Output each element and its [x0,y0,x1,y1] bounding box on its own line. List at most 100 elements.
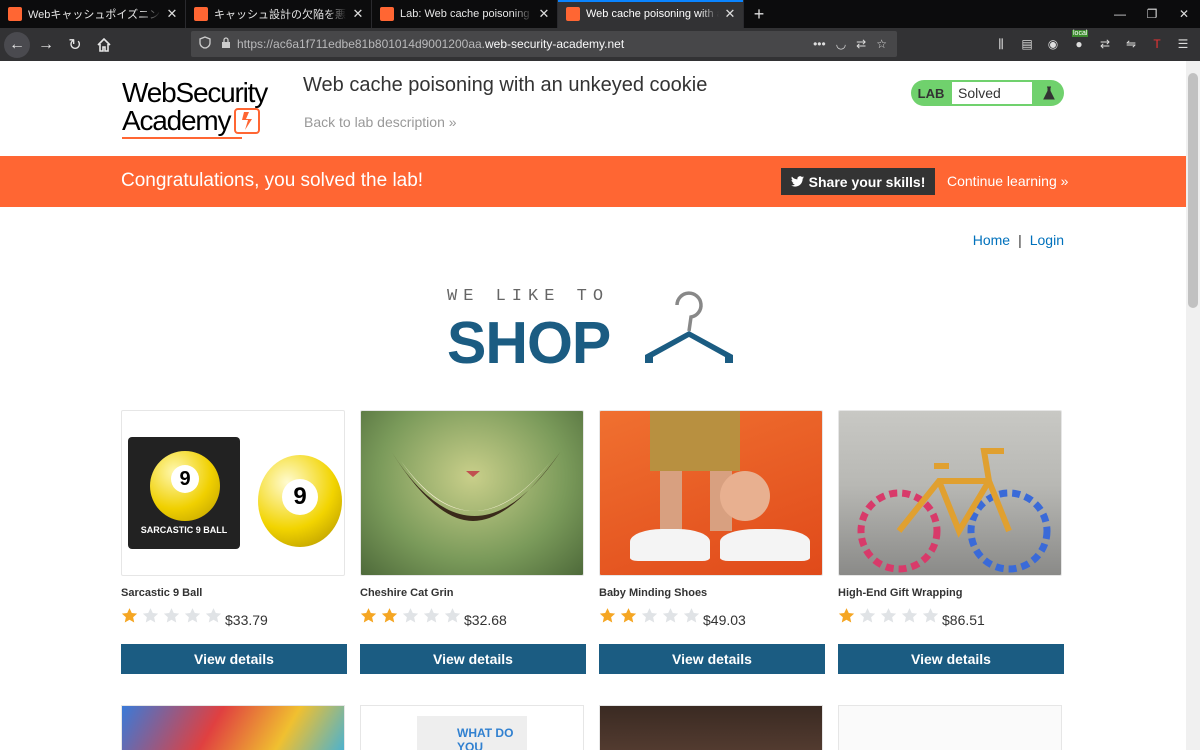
tab-2[interactable]: キャッシュ設計の欠陥を悪用する| W ✕ [186,0,372,28]
portswigger-favicon-icon [194,7,208,21]
grin-graphic [391,451,561,521]
url-domain: web-security-academy.net [485,37,625,51]
product-image-baby-minding-shoes [599,410,823,576]
navigation-toolbar: ← → ↻ https://ac6a1f711edbe81b801014d900… [0,28,1200,61]
shield-icon[interactable] [199,36,211,52]
star-empty-icon [205,608,222,623]
lab-label: LAB [917,85,945,101]
flask-icon [1033,86,1064,100]
rating-stars [121,607,222,624]
product-name: Sarcastic 9 Ball [121,587,203,599]
star-empty-icon [402,608,419,623]
tab-1[interactable]: Webキャッシュポイズニング| Webセ ✕ [0,0,186,28]
sidebar-icon[interactable]: ▤ [1018,33,1036,55]
bookmark-star-icon[interactable]: ☆ [876,37,887,51]
coat-hanger-icon [645,291,733,363]
rating-stars [360,607,461,624]
minimize-icon[interactable]: — [1104,0,1136,28]
share-skills-button[interactable]: Share your skills! [781,168,935,195]
close-window-icon[interactable]: ✕ [1168,0,1200,28]
page-content: WebSecurity Academy Web cache poisoning … [0,61,1186,750]
nine-ball-graphic: 9 [150,451,220,521]
star-empty-icon [641,608,658,623]
star-empty-icon [683,608,700,623]
top-nav-links: Home | Login [973,232,1064,248]
product-price: $32.68 [464,612,507,628]
view-details-button[interactable]: View details [121,644,347,674]
view-details-button[interactable]: View details [360,644,586,674]
product-price: $49.03 [703,612,746,628]
legs-graphic [650,411,740,471]
account-icon[interactable]: ◉ [1044,33,1062,55]
tab-title: Webキャッシュポイズニング| Webセ [28,9,161,21]
home-icon[interactable] [91,32,117,58]
back-to-lab-description-link[interactable]: Back to lab description » [304,114,457,130]
tab-title: Web cache poisoning with an un [586,8,719,20]
restore-icon[interactable]: ❐ [1136,0,1168,28]
tab-3[interactable]: Lab: Web cache poisoning with ✕ [372,0,558,28]
star-empty-icon [662,608,679,623]
view-details-button[interactable]: View details [838,644,1064,674]
address-bar[interactable]: https://ac6a1f711edbe81b801014d9001200aa… [191,31,897,57]
login-link[interactable]: Login [1030,232,1064,248]
url-text[interactable]: https://ac6a1f711edbe81b801014d9001200aa… [237,37,624,51]
close-tab-icon[interactable]: ✕ [723,6,737,22]
star-empty-icon [444,608,461,623]
star-empty-icon [880,608,897,623]
tab-bar: Webキャッシュポイズニング| Webセ ✕ キャッシュ設計の欠陥を悪用する| W… [0,0,1200,28]
twitter-icon [790,176,804,187]
close-tab-icon[interactable]: ✕ [351,6,365,22]
product-image-cartoon-faces [838,705,1062,750]
lock-icon[interactable] [221,36,231,52]
star-filled-icon [838,608,855,623]
vertical-scrollbar[interactable] [1186,61,1200,750]
star-filled-icon [599,608,616,623]
tab-title: Lab: Web cache poisoning with [400,8,533,20]
logo-line-1: WebSecurity [122,77,268,108]
url-prefix: https://ac6a1f711edbe81b801014d9001200aa… [237,37,486,51]
portswigger-favicon-icon [8,7,22,21]
home-link[interactable]: Home [973,232,1010,248]
product-image-cheshire-cat-grin [360,410,584,576]
back-arrow-icon[interactable]: ← [4,31,30,58]
reload-icon[interactable]: ↻ [62,32,88,58]
scrollbar-thumb[interactable] [1188,73,1198,308]
star-empty-icon [901,608,918,623]
translate-icon[interactable]: ⇄ [856,37,866,51]
hero-shop-text: SHOP [447,310,611,376]
view-details-button[interactable]: View details [599,644,825,674]
game-box-title: WHAT DO YOU [457,726,514,750]
extension-t-icon[interactable]: T [1148,33,1166,55]
library-icon[interactable]: ⫼ [992,33,1010,55]
ball-graphic: 9 [258,455,342,547]
logo-line-2: Academy [122,107,288,135]
chevron-right-double-icon: » [1060,173,1069,189]
star-filled-icon [360,608,377,623]
url-actions: ••• ◡ ⇄ ☆ [813,37,897,51]
extension-local-icon[interactable]: ● local [1070,30,1089,55]
forward-arrow-icon[interactable]: → [33,32,59,58]
logo-bolt-icon [234,108,261,134]
web-security-academy-logo[interactable]: WebSecurity Academy [122,79,288,139]
page-actions-icon[interactable]: ••• [813,37,826,51]
chevron-right-double-icon: » [448,114,457,130]
pocket-icon[interactable]: ◡ [836,37,846,51]
solved-banner: Congratulations, you solved the lab! Sha… [0,156,1186,207]
tab-4-active[interactable]: Web cache poisoning with an un ✕ [558,0,744,28]
lab-title: Web cache poisoning with an unkeyed cook… [303,74,708,96]
product-price: $33.79 [225,612,268,628]
star-empty-icon [423,608,440,623]
new-tab-plus-icon[interactable]: + [744,0,774,28]
close-tab-icon[interactable]: ✕ [537,6,551,22]
continue-learning-link[interactable]: Continue learning » [947,173,1068,189]
lab-status-badge: LAB Solved [911,80,1064,106]
close-tab-icon[interactable]: ✕ [165,6,179,22]
menu-hamburger-icon[interactable]: ☰ [1174,33,1192,55]
translator-icon[interactable]: ⇄ [1096,33,1114,55]
tab-title: キャッシュ設計の欠陥を悪用する| W [214,9,347,21]
extension-toolbar: ⫼ ▤ ◉ ● local ⇄ ⇋ T ☰ [992,30,1192,55]
continue-label: Continue learning [947,173,1057,189]
shoe-right [720,529,810,561]
star-filled-icon [381,608,398,623]
extension-translate-icon[interactable]: ⇋ [1122,33,1140,55]
